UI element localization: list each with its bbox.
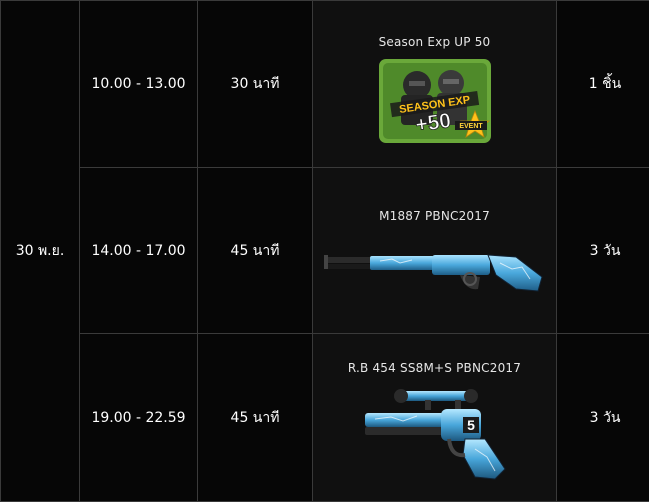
item-cell: Season Exp UP 50 SEASON EXP +50 EVENT: [313, 1, 557, 168]
item-name: M1887 PBNC2017: [313, 209, 556, 223]
shotgun-icon: [320, 233, 550, 303]
table-row: 14.00 - 17.00 45 นาที M1887 PBNC2017: [1, 168, 649, 334]
duration-cell: 30 นาที: [198, 1, 313, 168]
season-exp-badge-icon: SEASON EXP +50 EVENT: [379, 59, 491, 143]
duration-cell: 45 นาที: [198, 168, 313, 334]
revolver-icon: 5: [355, 385, 515, 485]
item-name: R.B 454 SS8M+S PBNC2017: [313, 361, 556, 375]
quantity-cell: 3 วัน: [557, 334, 649, 502]
time-cell: 10.00 - 13.00: [80, 1, 198, 168]
svg-text:5: 5: [467, 417, 475, 433]
reward-schedule-table: 30 พ.ย. 10.00 - 13.00 30 นาที Season Exp…: [0, 0, 649, 502]
badge-event-tag: EVENT: [459, 123, 483, 130]
quantity-cell: 3 วัน: [557, 168, 649, 334]
time-cell: 19.00 - 22.59: [80, 334, 198, 502]
time-cell: 14.00 - 17.00: [80, 168, 198, 334]
quantity-cell: 1 ชิ้น: [557, 1, 649, 168]
date-cell: 30 พ.ย.: [1, 1, 80, 502]
item-cell: M1887 PBNC2017: [313, 168, 557, 334]
badge-value: +50: [413, 109, 451, 137]
item-cell: R.B 454 SS8M+S PBNC2017 5: [313, 334, 557, 502]
table-row: 19.00 - 22.59 45 นาที R.B 454 SS8M+S PBN…: [1, 334, 649, 502]
item-name: Season Exp UP 50: [313, 35, 556, 49]
duration-cell: 45 นาที: [198, 334, 313, 502]
table-row: 30 พ.ย. 10.00 - 13.00 30 นาที Season Exp…: [1, 1, 649, 168]
